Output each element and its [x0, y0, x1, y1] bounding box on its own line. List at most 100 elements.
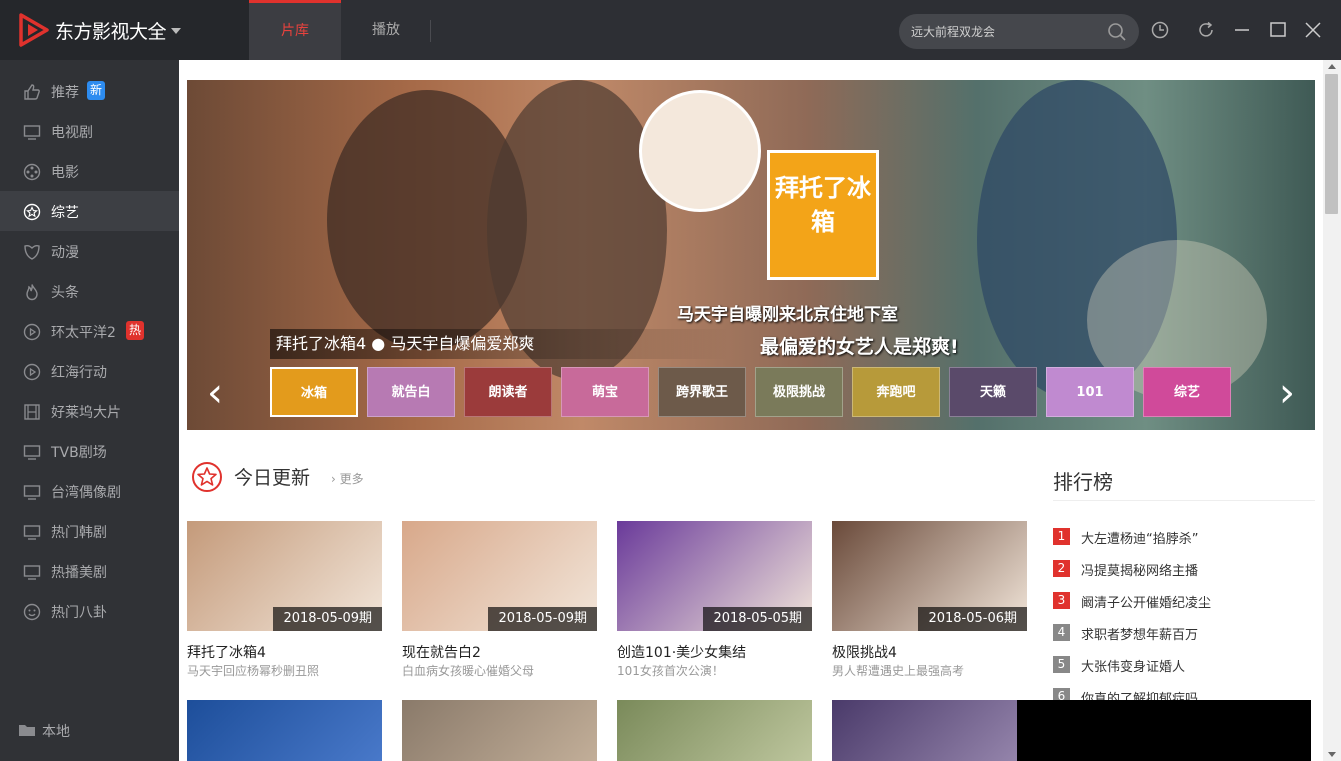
sidebar-item-2[interactable]: 电视剧 [0, 111, 179, 151]
sidebar-item-8[interactable]: 红海行动 [0, 351, 179, 391]
vertical-scrollbar[interactable] [1323, 60, 1341, 761]
banner-thumbnail[interactable]: 冰箱 [270, 367, 358, 417]
folder-icon [19, 725, 35, 736]
ranking-item[interactable]: 2 冯提莫揭秘网络主播 [1053, 560, 1315, 588]
sidebar-item-label: 环太平洋2 [51, 325, 116, 341]
rank-number-badge: 2 [1053, 560, 1070, 577]
tab-library[interactable]: 片库 [249, 0, 341, 60]
ranking-item-title[interactable]: 冯提莫揭秘网络主播 [1081, 560, 1198, 579]
sidebar-item-label: 红海行动 [51, 365, 107, 381]
ranking-item-title[interactable]: 阚清子公开催婚纪凌尘 [1081, 592, 1211, 611]
banner-thumbnail[interactable]: 101 [1046, 367, 1134, 417]
more-link[interactable]: › 更多 [331, 470, 364, 487]
sidebar-item-5[interactable]: 动漫 [0, 231, 179, 271]
chevron-right-icon[interactable]: › [1269, 368, 1305, 418]
minimize-icon[interactable] [1232, 20, 1252, 40]
sidebar: 推荐新电视剧 电影 综艺 动漫 头条 环太平洋2 热红海行动好莱坞大片 TVB剧场 台湾偶像剧热… [0, 60, 179, 761]
video-card-subtitle[interactable]: 男人帮遭遇史上最强高考 [832, 662, 964, 679]
video-card-title[interactable]: 现在就告白2 [402, 642, 481, 662]
ranking-item[interactable]: 5 大张伟变身证婚人 [1053, 656, 1315, 684]
app-logo-icon [19, 13, 49, 47]
star-circle-icon [23, 203, 41, 221]
sidebar-item-9[interactable]: 好莱坞大片 [0, 391, 179, 431]
sidebar-item-12[interactable]: 热门韩剧 [0, 511, 179, 551]
video-card-thumbnail[interactable] [187, 700, 382, 761]
rank-number-badge: 3 [1053, 592, 1070, 609]
scrollbar-thumb[interactable] [1325, 74, 1338, 214]
video-card-title[interactable]: 创造101·美少女集结 [617, 642, 746, 662]
sidebar-item-11[interactable]: 台湾偶像剧 [0, 471, 179, 511]
ranking-item-title[interactable]: 求职者梦想年薪百万 [1081, 624, 1198, 643]
hero-banner[interactable]: 拜托了冰箱 马天宇自曝刚来北京住地下室 最偏爱的女艺人是郑爽! 拜托了冰箱4 ●… [187, 80, 1315, 430]
title-bar: 东方影视大全 片库 播放 [0, 0, 1341, 60]
sidebar-item-1[interactable]: 推荐新 [0, 71, 179, 111]
banner-thumbnail-strip: 冰箱 就告白 朗读者 萌宝 跨界歌王 极限挑战 奔跑吧 天籁 101 综艺 [270, 367, 1240, 417]
banner-thumbnail[interactable]: 奔跑吧 [852, 367, 940, 417]
app-logo-area[interactable]: 东方影视大全 [0, 0, 249, 60]
video-card-thumbnail[interactable]: 2018-05-09期 [402, 521, 597, 631]
sidebar-item-label: 热播美剧 [51, 565, 107, 581]
ranking-item-title[interactable]: 大张伟变身证婚人 [1081, 656, 1185, 675]
banner-caption[interactable]: 拜托了冰箱4 ● 马天宇自爆偏爱郑爽 [270, 329, 730, 359]
flame-icon [26, 284, 38, 301]
video-card-title[interactable]: 拜托了冰箱4 [187, 642, 266, 662]
sidebar-item-local[interactable]: 本地 [0, 710, 179, 750]
video-card-thumbnail[interactable]: 2018-05-06期 [832, 521, 1027, 631]
history-icon[interactable] [1150, 20, 1170, 40]
episode-date-badge: 2018-05-09期 [273, 607, 382, 631]
search-icon[interactable] [1107, 22, 1127, 42]
ranking-item-title[interactable]: 大左遭杨迪“掐脖杀” [1081, 528, 1198, 547]
sidebar-item-label: 好莱坞大片 [51, 405, 121, 421]
video-card-thumbnail[interactable]: 2018-05-09期 [187, 521, 382, 631]
monitor-icon [23, 485, 41, 500]
scroll-up-arrow-icon[interactable] [1328, 64, 1336, 69]
video-card-thumbnail[interactable]: 2018-05-05期 [617, 521, 812, 631]
search-box[interactable] [899, 14, 1139, 49]
video-card-subtitle[interactable]: 马天宇回应杨幂秒删丑照 [187, 662, 319, 679]
ranking-item[interactable]: 3 阚清子公开催婚纪凌尘 [1053, 592, 1315, 620]
ranking-item[interactable]: 1 大左遭杨迪“掐脖杀” [1053, 528, 1315, 556]
scroll-down-arrow-icon[interactable] [1328, 752, 1336, 757]
banner-thumbnail[interactable]: 萌宝 [561, 367, 649, 417]
maximize-icon[interactable] [1268, 20, 1288, 40]
banner-thumbnail[interactable]: 就告白 [367, 367, 455, 417]
sidebar-item-14[interactable]: 热门八卦 [0, 591, 179, 631]
ranking-title: 排行榜 [1053, 470, 1113, 494]
video-card-subtitle[interactable]: 101女孩首次公演！ [617, 662, 724, 679]
main-content: 拜托了冰箱 马天宇自曝刚来北京住地下室 最偏爱的女艺人是郑爽! 拜托了冰箱4 ●… [179, 60, 1323, 761]
sidebar-item-3[interactable]: 电影 [0, 151, 179, 191]
banner-portrait [639, 90, 761, 212]
tv-icon [23, 125, 41, 140]
banner-thumbnail[interactable]: 天籁 [949, 367, 1037, 417]
banner-thumbnail[interactable]: 朗读者 [464, 367, 552, 417]
play-circle-icon [23, 363, 41, 381]
video-card-thumbnail[interactable] [402, 700, 597, 761]
sidebar-item-10[interactable]: TVB剧场 [0, 431, 179, 471]
film-frame-icon [24, 404, 40, 420]
sidebar-item-label: 热门韩剧 [51, 525, 107, 541]
video-card-title[interactable]: 极限挑战4 [832, 642, 897, 662]
ranking-item[interactable]: 4 求职者梦想年薪百万 [1053, 624, 1315, 652]
refresh-icon[interactable] [1196, 20, 1216, 40]
banner-thumbnail[interactable]: 综艺 [1143, 367, 1231, 417]
sidebar-item-7[interactable]: 环太平洋2 热 [0, 311, 179, 351]
banner-thumbnail[interactable]: 跨界歌王 [658, 367, 746, 417]
sidebar-item-6[interactable]: 头条 [0, 271, 179, 311]
episode-date-badge: 2018-05-06期 [918, 607, 1027, 631]
tab-play[interactable]: 播放 [341, 0, 431, 60]
banner-thumbnail[interactable]: 极限挑战 [755, 367, 843, 417]
sidebar-item-4[interactable]: 综艺 [0, 191, 179, 231]
close-icon[interactable] [1303, 20, 1323, 40]
video-card-thumbnail[interactable] [617, 700, 812, 761]
smile-icon [23, 603, 41, 621]
chevron-left-icon[interactable]: ‹ [197, 368, 233, 418]
video-card-subtitle[interactable]: 白血病女孩暖心催婚父母 [402, 662, 534, 679]
search-input[interactable] [911, 21, 1101, 41]
sidebar-item-13[interactable]: 热播美剧 [0, 551, 179, 591]
sidebar-item-label: 推荐 [51, 85, 79, 101]
monitor-icon [23, 525, 41, 540]
rank-number-badge: 5 [1053, 656, 1070, 673]
video-card-thumbnail[interactable] [832, 700, 1027, 761]
chevron-down-icon[interactable] [171, 28, 181, 34]
banner-show-logo: 拜托了冰箱 [767, 150, 879, 280]
